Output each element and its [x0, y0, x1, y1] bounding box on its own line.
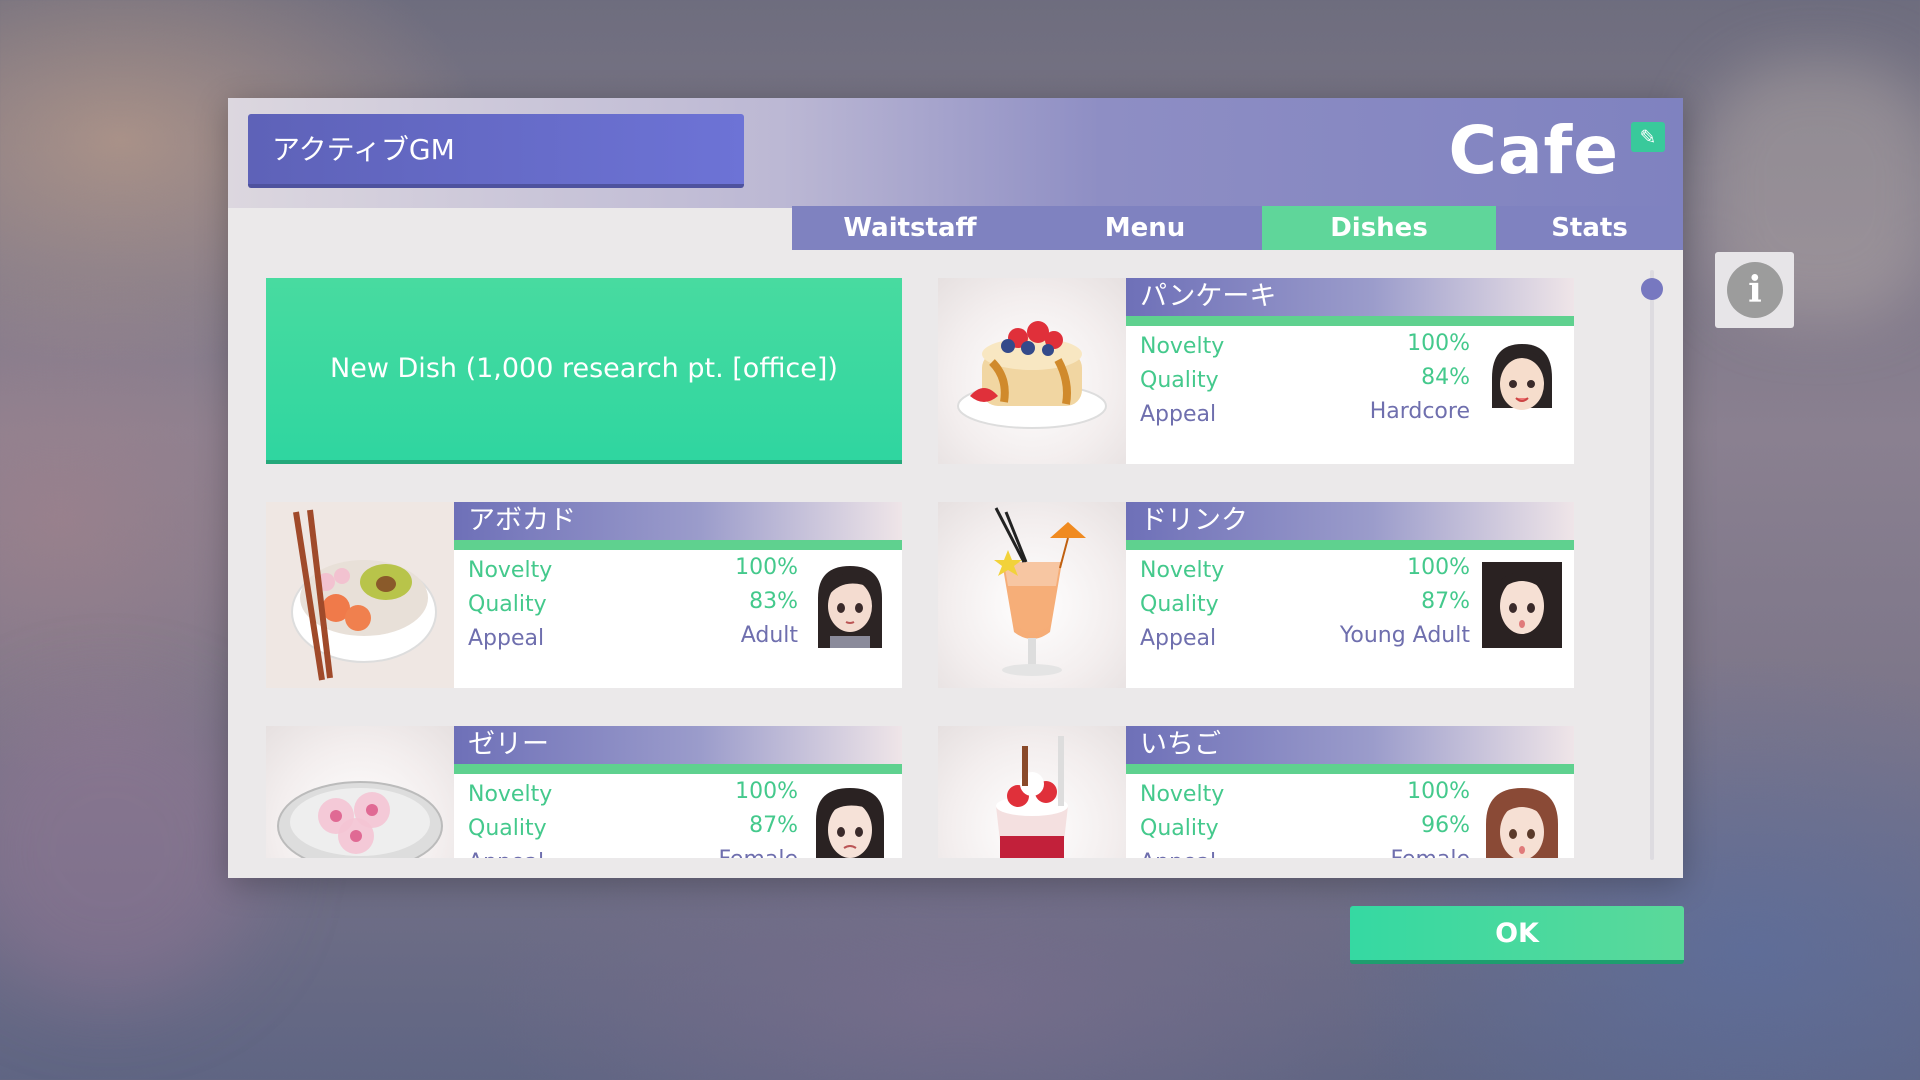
new-dish-button[interactable]: New Dish (1,000 research pt. [office])	[266, 278, 902, 464]
novelty-value: 100%	[735, 779, 798, 804]
dish-stats: Novelty 100% Quality 84% Appeal Hardcore	[1140, 331, 1470, 436]
info-icon: i	[1727, 262, 1783, 318]
chef-portrait	[810, 562, 890, 648]
quality-label: Quality	[1140, 368, 1219, 393]
dish-name: パンケーキ	[1126, 278, 1574, 316]
quality-value: 87%	[749, 813, 798, 838]
dish-stats: Novelty 100% Quality 87% Appeal Female	[468, 779, 798, 858]
tab-bar: Waitstaff Menu Dishes Stats	[792, 206, 1683, 250]
appeal-label: Appeal	[468, 626, 545, 651]
appeal-label: Appeal	[1140, 626, 1217, 651]
dish-stats: Novelty 100% Quality 87% Appeal Young Adult	[1140, 555, 1470, 660]
avocado-bowl-image	[266, 502, 454, 688]
dish-list[interactable]: New Dish (1,000 research pt. [office]) パ…	[266, 278, 1616, 858]
tab-dishes[interactable]: Dishes	[1262, 206, 1496, 250]
tab-stats[interactable]: Stats	[1496, 206, 1683, 250]
appeal-value: Female	[718, 847, 798, 858]
dish-card[interactable]: アボカド Novelty 100% Quality 83% Appeal Adult	[266, 502, 902, 688]
chef-portrait	[1482, 338, 1562, 424]
dish-title-underline	[454, 540, 902, 550]
quality-label: Quality	[468, 816, 547, 841]
chef-portrait	[810, 786, 890, 858]
novelty-label: Novelty	[1140, 334, 1225, 359]
dish-card[interactable]: ゼリー Novelty 100% Quality 87% Appeal Female	[266, 726, 902, 858]
appeal-value: Hardcore	[1369, 399, 1470, 424]
appeal-label: Appeal	[468, 850, 544, 858]
dish-stats: Novelty 100% Quality 96% Appeal Female	[1140, 779, 1470, 858]
dishes-dialog: アクティブGM Cafe ✎ Waitstaff Menu Dishes Sta…	[228, 98, 1683, 878]
scrollbar-track[interactable]	[1650, 270, 1654, 860]
dish-title-underline	[1126, 316, 1574, 326]
jelly-image	[266, 726, 454, 858]
venue-name-field[interactable]: アクティブGM	[248, 114, 744, 188]
novelty-label: Novelty	[468, 782, 553, 807]
quality-value: 83%	[749, 589, 798, 614]
tab-waitstaff[interactable]: Waitstaff	[792, 206, 1028, 250]
strawberry-parfait-image	[938, 726, 1126, 858]
dialog-header: アクティブGM Cafe ✎	[228, 98, 1683, 208]
appeal-label: Appeal	[1140, 402, 1217, 427]
novelty-value: 100%	[1407, 779, 1470, 804]
dish-title-underline	[454, 764, 902, 774]
quality-label: Quality	[468, 592, 547, 617]
quality-label: Quality	[1140, 816, 1219, 841]
novelty-value: 100%	[1407, 555, 1470, 580]
dish-card[interactable]: いちご Novelty 100% Quality 96% Appeal Female	[938, 726, 1574, 858]
appeal-value: Female	[1390, 847, 1470, 858]
quality-value: 96%	[1421, 813, 1470, 838]
dish-name: ゼリー	[454, 726, 902, 764]
dish-title-underline	[1126, 540, 1574, 550]
novelty-label: Novelty	[468, 558, 553, 583]
drink-image	[938, 502, 1126, 688]
appeal-value: Adult	[740, 623, 798, 648]
appeal-label: Appeal	[1140, 850, 1216, 858]
edit-name-button[interactable]: ✎	[1631, 122, 1665, 152]
background-blur	[0, 700, 260, 1000]
novelty-label: Novelty	[1140, 558, 1225, 583]
chef-portrait	[1482, 562, 1562, 648]
tab-menu[interactable]: Menu	[1028, 206, 1262, 250]
quality-label: Quality	[1140, 592, 1219, 617]
dish-card[interactable]: パンケーキ Novelty 100% Quality 84% Appeal Hardc…	[938, 278, 1574, 464]
pancake-image	[938, 278, 1126, 464]
novelty-value: 100%	[1407, 331, 1470, 356]
dish-card[interactable]: ドリンク Novelty 100% Quality 87% Appeal Young …	[938, 502, 1574, 688]
info-button[interactable]: i	[1715, 252, 1794, 328]
dish-name: ドリンク	[1126, 502, 1574, 540]
dish-title-underline	[1126, 764, 1574, 774]
appeal-value: Young Adult	[1339, 623, 1470, 648]
dish-name: アボカド	[454, 502, 902, 540]
novelty-value: 100%	[735, 555, 798, 580]
chef-portrait	[1482, 786, 1562, 858]
ok-button[interactable]: OK	[1350, 906, 1684, 964]
quality-value: 84%	[1421, 365, 1470, 390]
novelty-label: Novelty	[1140, 782, 1225, 807]
dish-stats: Novelty 100% Quality 83% Appeal Adult	[468, 555, 798, 660]
pencil-icon: ✎	[1639, 125, 1657, 149]
dish-name: いちご	[1126, 726, 1574, 764]
quality-value: 87%	[1421, 589, 1470, 614]
venue-title: Cafe	[1448, 112, 1619, 189]
scrollbar-thumb[interactable]	[1641, 278, 1663, 300]
